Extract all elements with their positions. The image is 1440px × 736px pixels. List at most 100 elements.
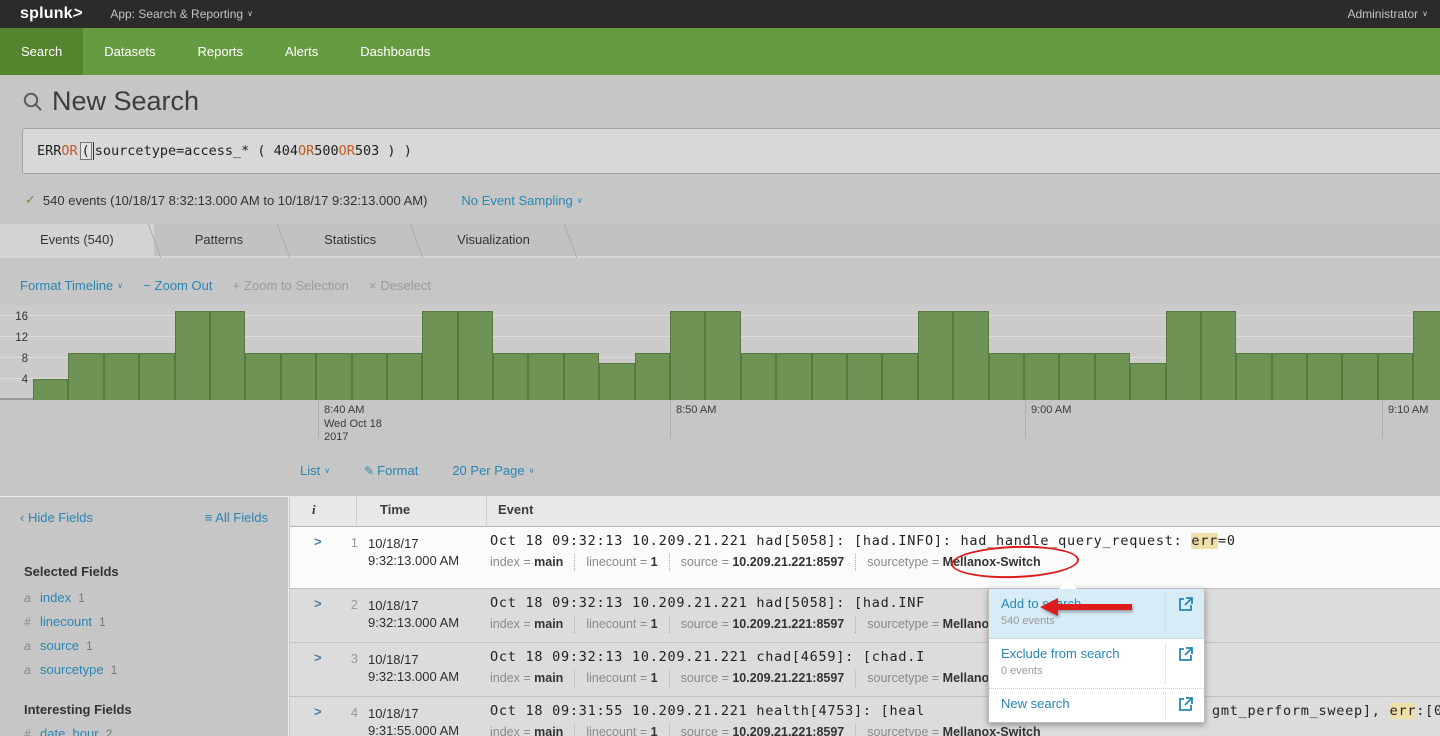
histogram-bar[interactable]	[104, 353, 139, 400]
expand-event-chevron[interactable]: >	[314, 650, 322, 665]
event-field-index[interactable]: index = main	[490, 670, 574, 687]
histogram-bar[interactable]	[564, 353, 599, 400]
event-field-value[interactable]: 10.209.21.221:8597	[732, 617, 844, 631]
histogram-bar[interactable]	[670, 311, 705, 400]
histogram-bar[interactable]	[1413, 311, 1440, 400]
histogram-bar[interactable]	[316, 353, 351, 400]
histogram-bar[interactable]	[705, 311, 740, 400]
field-name-link[interactable]: source	[40, 638, 79, 653]
histogram-bar[interactable]	[635, 353, 670, 400]
event-field-index[interactable]: index = main	[490, 724, 574, 736]
all-fields-button[interactable]: ≡ All Fields	[205, 510, 268, 525]
open-in-new-window-icon[interactable]	[1178, 596, 1194, 612]
open-in-new-window-icon[interactable]	[1178, 646, 1194, 662]
nav-item-search[interactable]: Search	[0, 28, 83, 75]
event-field-index[interactable]: index = main	[490, 554, 574, 571]
event-field-source[interactable]: source = 10.209.21.221:8597	[669, 724, 856, 736]
event-field-source[interactable]: source = 10.209.21.221:8597	[669, 616, 856, 633]
expand-event-chevron[interactable]: >	[314, 704, 322, 719]
field-item-index[interactable]: aindex1	[24, 590, 85, 605]
histogram-bar[interactable]	[387, 353, 422, 400]
nav-item-reports[interactable]: Reports	[177, 28, 265, 75]
histogram-bar[interactable]	[1166, 311, 1201, 400]
histogram-bar[interactable]	[422, 311, 457, 400]
histogram-bar[interactable]	[812, 353, 847, 400]
tab-events-540-[interactable]: Events (540)	[0, 224, 154, 256]
histogram-bar[interactable]	[1236, 353, 1271, 400]
nav-item-dashboards[interactable]: Dashboards	[339, 28, 451, 75]
event-field-value[interactable]: main	[534, 725, 563, 736]
tab-statistics[interactable]: Statistics	[284, 224, 416, 256]
field-item-linecount[interactable]: #linecount1	[24, 614, 106, 629]
field-item-source[interactable]: asource1	[24, 638, 93, 653]
histogram-bar[interactable]	[139, 353, 174, 400]
field-item-date_hour[interactable]: #date_hour2	[24, 726, 112, 736]
event-sampling-menu[interactable]: No Event Sampling∨	[461, 193, 582, 208]
event-field-value[interactable]: 10.209.21.221:8597	[732, 725, 844, 736]
histogram-bar[interactable]	[528, 353, 563, 400]
histogram-bar[interactable]	[1201, 311, 1236, 400]
histogram-bar[interactable]	[1059, 353, 1094, 400]
event-field-value[interactable]: 1	[651, 617, 658, 631]
histogram-bar[interactable]	[493, 353, 528, 400]
event-field-sourcetype[interactable]: sourcetype = Mellanox-Switch	[855, 554, 1051, 571]
field-name-link[interactable]: linecount	[40, 614, 92, 629]
histogram-bar[interactable]	[1378, 353, 1413, 400]
histogram-bar[interactable]	[776, 353, 811, 400]
event-field-value[interactable]: 1	[651, 555, 658, 569]
tab-patterns[interactable]: Patterns	[155, 224, 283, 256]
event-field-source[interactable]: source = 10.209.21.221:8597	[669, 670, 856, 687]
histogram-bar[interactable]	[68, 353, 103, 400]
histogram-bar[interactable]	[352, 353, 387, 400]
histogram-bar[interactable]	[1272, 353, 1307, 400]
histogram-bar[interactable]	[918, 311, 953, 400]
event-field-value[interactable]: 1	[651, 725, 658, 736]
histogram-bar[interactable]	[1342, 353, 1377, 400]
splunk-logo[interactable]: splunk>	[20, 5, 82, 23]
field-name-link[interactable]: index	[40, 590, 71, 605]
histogram-bar[interactable]	[741, 353, 776, 400]
app-switcher-menu[interactable]: App: Search & Reporting∨	[110, 7, 253, 21]
event-field-value[interactable]: 1	[651, 671, 658, 685]
field-item-sourcetype[interactable]: asourcetype1	[24, 662, 117, 677]
histogram-bar[interactable]	[281, 353, 316, 400]
event-field-linecount[interactable]: linecount = 1	[574, 670, 668, 687]
event-field-sourcetype[interactable]: sourcetype = Mellanox-Switch	[855, 724, 1051, 736]
popup-item-new-search[interactable]: New search	[989, 689, 1204, 723]
deselect-button[interactable]: ×Deselect	[369, 278, 431, 293]
popup-item-add-to-search[interactable]: Add to search540 events	[989, 589, 1204, 639]
histogram-bar[interactable]	[1024, 353, 1059, 400]
histogram-bar[interactable]	[1130, 363, 1165, 400]
tab-visualization[interactable]: Visualization	[417, 224, 570, 256]
event-field-value[interactable]: Mellanox-Switch	[943, 555, 1041, 569]
histogram-bar[interactable]	[245, 353, 280, 400]
histogram-bar[interactable]	[847, 353, 882, 400]
event-field-linecount[interactable]: linecount = 1	[574, 724, 668, 736]
event-field-index[interactable]: index = main	[490, 616, 574, 633]
timeline-histogram[interactable]: 161284	[0, 305, 1440, 400]
histogram-bar[interactable]	[953, 311, 988, 400]
event-field-linecount[interactable]: linecount = 1	[574, 616, 668, 633]
histogram-bar[interactable]	[33, 379, 68, 400]
histogram-bar[interactable]	[599, 363, 634, 400]
event-field-linecount[interactable]: linecount = 1	[574, 554, 668, 571]
open-in-new-window-icon[interactable]	[1178, 696, 1194, 712]
per-page-menu[interactable]: 20 Per Page∨	[452, 463, 534, 478]
histogram-bar[interactable]	[989, 353, 1024, 400]
popup-item-exclude-from-search[interactable]: Exclude from search0 events	[989, 639, 1204, 689]
histogram-bar[interactable]	[175, 311, 210, 400]
field-name-link[interactable]: date_hour	[40, 726, 99, 736]
event-field-value[interactable]: main	[534, 617, 563, 631]
event-field-value[interactable]: main	[534, 555, 563, 569]
hide-fields-button[interactable]: ‹ Hide Fields	[20, 510, 93, 525]
search-query-input[interactable]: ERR OR ( sourcetype=access_* ( 404 OR 50…	[22, 128, 1440, 174]
histogram-bar[interactable]	[458, 311, 493, 400]
nav-item-alerts[interactable]: Alerts	[264, 28, 339, 75]
list-view-menu[interactable]: List∨	[300, 463, 330, 478]
histogram-bar[interactable]	[1095, 353, 1130, 400]
event-field-value[interactable]: Mellanox-Switch	[943, 725, 1041, 736]
event-field-value[interactable]: 10.209.21.221:8597	[732, 555, 844, 569]
event-field-source[interactable]: source = 10.209.21.221:8597	[669, 554, 856, 571]
user-menu[interactable]: Administrator∨	[1347, 0, 1428, 28]
histogram-bar[interactable]	[1307, 353, 1342, 400]
